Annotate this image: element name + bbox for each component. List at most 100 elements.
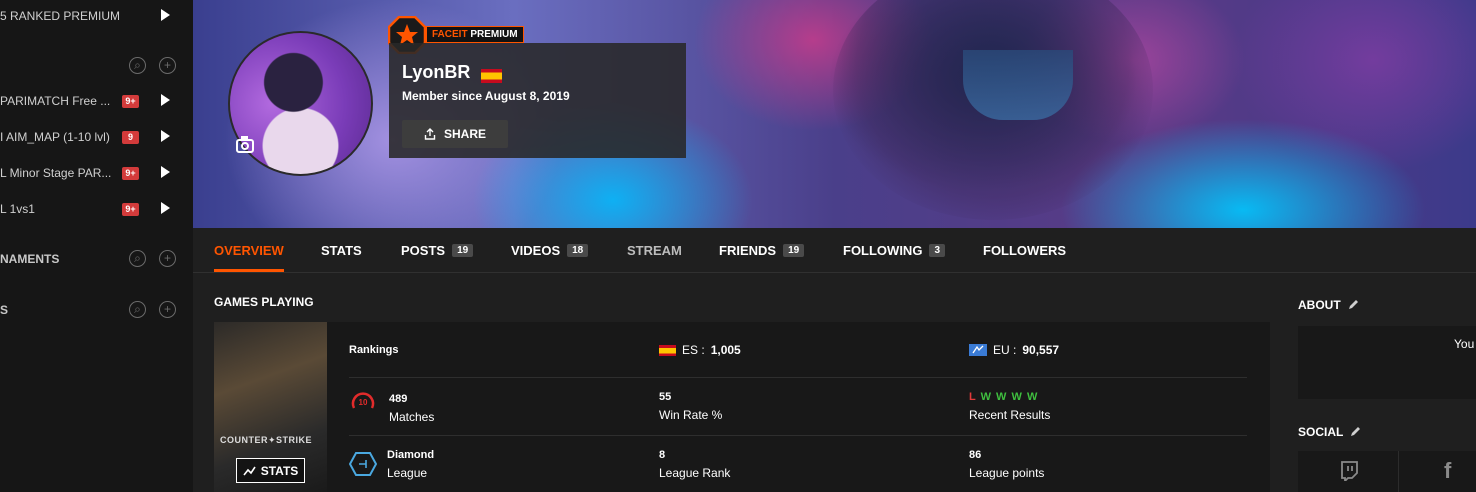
tab-count: 19: [452, 243, 474, 257]
banner-artwork-detail: [963, 50, 1073, 120]
share-icon: [424, 128, 436, 140]
sidebar-item-label: L 1vs1: [0, 202, 35, 216]
tab-label: FOLLOWING: [843, 242, 923, 258]
sidebar-queue-item[interactable]: PARIMATCH Free ... 9+: [0, 86, 193, 116]
tab-stream[interactable]: STREAM: [627, 228, 682, 272]
winrate-value: 55: [659, 391, 672, 403]
sidebar-section-label: NAMENTS: [0, 252, 60, 266]
sidebar-item-label: I AIM_MAP (1-10 lvl): [0, 130, 110, 144]
sidebar-queue-item[interactable]: 5 RANKED PREMIUM: [0, 1, 193, 31]
facebook-icon[interactable]: f: [1444, 458, 1451, 484]
tab-label: VIDEOS: [511, 242, 561, 258]
play-icon[interactable]: [161, 94, 170, 106]
matches-value: 489: [389, 393, 408, 405]
game-cover-title: COUNTER✦STRIKE: [220, 435, 313, 445]
search-icon[interactable]: ⌕: [129, 250, 146, 267]
sidebar-queue-item[interactable]: L Minor Stage PAR... 9+: [0, 158, 193, 188]
stats-button-label: STATS: [260, 463, 299, 478]
tab-label: FOLLOWERS: [983, 242, 1067, 258]
tab-friends[interactable]: FRIENDS 19: [719, 228, 805, 272]
ranking-country: ES : 1,005: [659, 343, 741, 357]
share-button[interactable]: SHARE: [402, 120, 508, 148]
tab-count: 19: [783, 243, 805, 257]
tab-label: FRIENDS: [719, 242, 777, 258]
nickname: LyonBR: [402, 62, 471, 82]
sidebar-section-header: ⌕ +: [0, 51, 193, 81]
about-text: You: [1454, 337, 1475, 351]
notification-badge: 9: [122, 131, 139, 144]
league-rank-label: League Rank: [659, 466, 731, 480]
result-win: W: [1026, 391, 1039, 403]
share-label: SHARE: [443, 127, 486, 141]
result-win: W: [996, 391, 1008, 403]
league-points-label: League points: [969, 466, 1045, 480]
add-icon[interactable]: +: [159, 250, 176, 267]
about-title: ABOUT: [1298, 298, 1359, 312]
matches-label: Matches: [389, 410, 435, 424]
ranking-country-label: ES :: [682, 343, 705, 357]
league-icon: [349, 452, 377, 476]
tab-followers[interactable]: FOLLOWERS: [983, 228, 1066, 272]
profile-info-box: LyonBR Member since August 8, 2019 SHARE: [389, 43, 686, 158]
league-value: Diamond: [387, 449, 435, 461]
member-since: Member since August 8, 2019: [402, 89, 570, 103]
edit-pencil-icon[interactable]: [1350, 426, 1361, 437]
add-icon[interactable]: +: [159, 57, 176, 74]
social-divider: [1398, 451, 1399, 492]
play-icon[interactable]: [161, 9, 170, 21]
row-divider: [349, 377, 1247, 378]
sidebar-queue-item[interactable]: I AIM_MAP (1-10 lvl) 9: [0, 122, 193, 152]
play-icon[interactable]: [161, 130, 170, 142]
profile-banner: [193, 0, 1476, 228]
league-label: League: [387, 466, 428, 480]
tab-label: STREAM: [627, 242, 682, 258]
premium-label: FACEIT PREMIUM: [426, 26, 524, 43]
sidebar-item-label: L Minor Stage PAR...: [0, 166, 112, 180]
edit-pencil-icon[interactable]: [1348, 299, 1359, 310]
skill-level-value: 10: [359, 398, 368, 407]
tab-stats[interactable]: STATS: [321, 228, 362, 272]
profile-tabs: OVERVIEW STATS POSTS 19 VIDEOS 18 STREAM F…: [193, 228, 1476, 273]
avatar[interactable]: [228, 31, 373, 176]
play-icon[interactable]: [161, 202, 170, 214]
tab-posts[interactable]: POSTS 19: [401, 228, 474, 272]
notification-badge: 9+: [122, 95, 139, 108]
ranking-region: EU : 90,557: [969, 343, 1059, 357]
social-title-label: SOCIAL: [1298, 425, 1344, 439]
game-stats-button[interactable]: STATS: [236, 458, 305, 483]
camera-icon[interactable]: [236, 136, 254, 153]
premium-label-tier: PREMIUM: [470, 29, 518, 40]
recent-results: L W W W W: [969, 391, 1038, 403]
skill-level-icon: 10: [351, 392, 375, 409]
search-icon[interactable]: ⌕: [129, 301, 146, 318]
about-box: You: [1298, 326, 1476, 399]
result-win: W: [1011, 391, 1023, 403]
eu-region-icon: [969, 344, 987, 356]
row-divider: [349, 435, 1247, 436]
sidebar-section-header: NAMENTS ⌕ +: [0, 244, 193, 274]
twitch-icon[interactable]: [1340, 461, 1359, 481]
games-playing-title: GAMES PLAYING: [214, 295, 314, 309]
sidebar-section-header: S ⌕ +: [0, 295, 193, 325]
sidebar-section-label: S: [0, 303, 9, 317]
tab-videos[interactable]: VIDEOS 18: [511, 228, 589, 272]
play-icon[interactable]: [161, 166, 170, 178]
tab-count: 18: [567, 243, 589, 257]
sidebar-queue-item[interactable]: L 1vs1 9+: [0, 194, 193, 224]
sidebar-item-label: 5 RANKED PREMIUM: [0, 9, 121, 23]
spain-flag-icon: [481, 67, 502, 85]
tab-count: 3: [929, 243, 945, 257]
tab-label: POSTS: [401, 242, 446, 258]
add-icon[interactable]: +: [159, 301, 176, 318]
search-icon[interactable]: ⌕: [129, 57, 146, 74]
league-rank-value: 8: [659, 449, 666, 461]
sidebar: 5 RANKED PREMIUM ⌕ + PARIMATCH Free ... …: [0, 0, 193, 492]
ranking-region-label: EU :: [993, 343, 1017, 357]
result-loss: L: [969, 391, 977, 403]
tab-overview[interactable]: OVERVIEW: [214, 228, 284, 272]
tab-following[interactable]: FOLLOWING 3: [843, 228, 945, 272]
winrate-label: Win Rate %: [659, 408, 723, 422]
tab-label: OVERVIEW: [214, 242, 284, 258]
social-title: SOCIAL: [1298, 425, 1361, 439]
result-win: W: [980, 391, 992, 403]
